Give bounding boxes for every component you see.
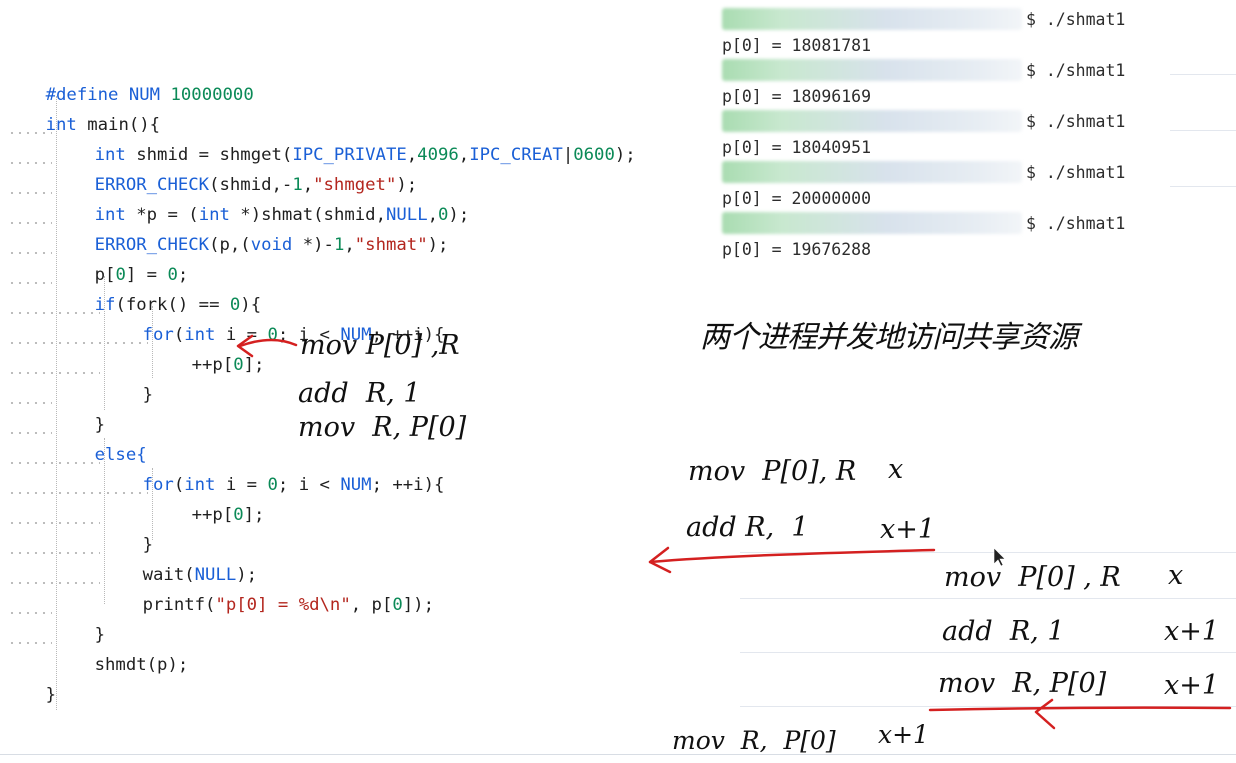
ink-strokes	[236, 334, 1232, 730]
mouse-pointer-icon	[993, 547, 1006, 567]
red-arrowhead	[236, 334, 254, 358]
red-underline-seq1	[648, 548, 936, 564]
red-underline-seq2	[928, 706, 1232, 712]
red-arrowhead	[1034, 698, 1056, 730]
red-arrow-to-increment	[238, 338, 298, 348]
